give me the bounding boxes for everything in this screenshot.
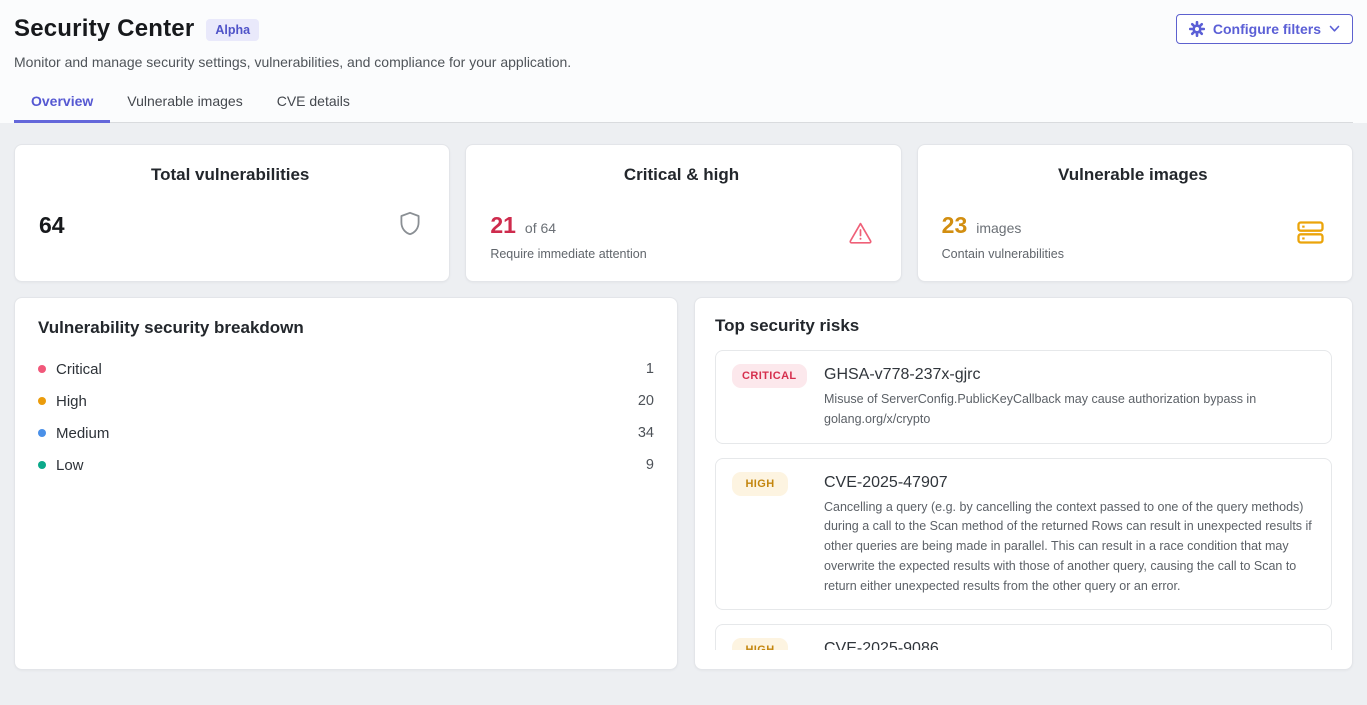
configure-filters-label: Configure filters <box>1213 21 1321 37</box>
vulnerable-images-subtext: Contain vulnerabilities <box>942 247 1324 261</box>
legend-label: Critical <box>56 361 102 378</box>
tab-vulnerable-images[interactable]: Vulnerable images <box>110 83 259 123</box>
legend-label: Low <box>56 457 84 474</box>
risk-list: CRITICAL GHSA-v778-237x-gjrc Misuse of S… <box>715 350 1332 650</box>
risk-description: Misuse of ServerConfig.PublicKeyCallback… <box>824 390 1315 430</box>
critical-high-subtext: Require immediate attention <box>490 247 872 261</box>
risk-card-ghsa-v778-237x-gjrc[interactable]: CRITICAL GHSA-v778-237x-gjrc Misuse of S… <box>715 350 1332 444</box>
stat-card-title: Total vulnerabilities <box>39 165 421 185</box>
risk-card-cve-2025-9086[interactable]: HIGH CVE-2025-9086 <box>715 624 1332 650</box>
main-content: Total vulnerabilities 64 Critical & high… <box>0 123 1367 670</box>
page-header: Security Center Alpha <box>0 0 1367 123</box>
vulnerable-images-card: Vulnerable images 23 images Contain vuln… <box>917 144 1353 282</box>
legend-label: Medium <box>56 425 109 442</box>
critical-high-suffix: of 64 <box>525 220 556 236</box>
low-dot <box>38 461 46 469</box>
warning-triangle-icon <box>848 221 873 249</box>
top-security-risks-panel: Top security risks CRITICAL GHSA-v778-23… <box>694 297 1353 670</box>
risk-description: Cancelling a query (e.g. by cancelling t… <box>824 498 1315 597</box>
breakdown-title: Vulnerability security breakdown <box>38 318 654 338</box>
chevron-down-icon <box>1329 25 1340 33</box>
high-dot <box>38 397 46 405</box>
severity-badge: HIGH <box>732 638 788 650</box>
severity-badge: CRITICAL <box>732 364 807 388</box>
images-icon <box>1297 221 1324 249</box>
page-title: Security Center <box>14 15 194 43</box>
risk-id: GHSA-v778-237x-gjrc <box>824 366 1315 384</box>
legend-value: 1 <box>646 361 654 377</box>
page-subtitle: Monitor and manage security settings, vu… <box>14 54 1353 70</box>
legend-row-low: Low 9 <box>38 449 654 481</box>
legend-row-medium: Medium 34 <box>38 417 654 449</box>
total-vulnerabilities-card: Total vulnerabilities 64 <box>14 144 450 282</box>
panels-row: Vulnerability security breakdown Critica… <box>14 297 1353 670</box>
tab-cve-details[interactable]: CVE details <box>260 83 367 123</box>
risk-id: CVE-2025-9086 <box>824 640 939 650</box>
stat-card-title: Critical & high <box>490 165 872 185</box>
legend-value: 9 <box>646 457 654 473</box>
risk-card-cve-2025-47907[interactable]: HIGH CVE-2025-47907 Cancelling a query (… <box>715 458 1332 611</box>
vulnerability-breakdown-panel: Vulnerability security breakdown Critica… <box>14 297 678 670</box>
breakdown-legend: Critical 1 High 20 Medium 34 Low 9 <box>38 353 654 481</box>
legend-value: 34 <box>638 425 654 441</box>
risk-id: CVE-2025-47907 <box>824 474 1315 492</box>
critical-high-card: Critical & high 21 of 64 Require immedia… <box>465 144 901 282</box>
legend-row-high: High 20 <box>38 385 654 417</box>
total-vulnerabilities-value: 64 <box>39 212 65 239</box>
legend-value: 20 <box>638 393 654 409</box>
gear-icon <box>1189 21 1205 37</box>
stat-cards-row: Total vulnerabilities 64 Critical & high… <box>14 144 1353 282</box>
vulnerable-images-suffix: images <box>976 220 1021 236</box>
medium-dot <box>38 429 46 437</box>
critical-high-value: 21 <box>490 212 516 239</box>
stat-card-title: Vulnerable images <box>942 165 1324 185</box>
configure-filters-button[interactable]: Configure filters <box>1176 14 1353 44</box>
tab-overview[interactable]: Overview <box>14 83 110 123</box>
tab-bar: Overview Vulnerable images CVE details <box>14 83 1353 123</box>
legend-label: High <box>56 393 87 410</box>
severity-badge: HIGH <box>732 472 788 496</box>
critical-dot <box>38 365 46 373</box>
shield-icon <box>399 211 421 241</box>
top-risks-title: Top security risks <box>715 316 1332 336</box>
vulnerable-images-value: 23 <box>942 212 968 239</box>
alpha-badge: Alpha <box>206 19 259 41</box>
legend-row-critical: Critical 1 <box>38 353 654 385</box>
